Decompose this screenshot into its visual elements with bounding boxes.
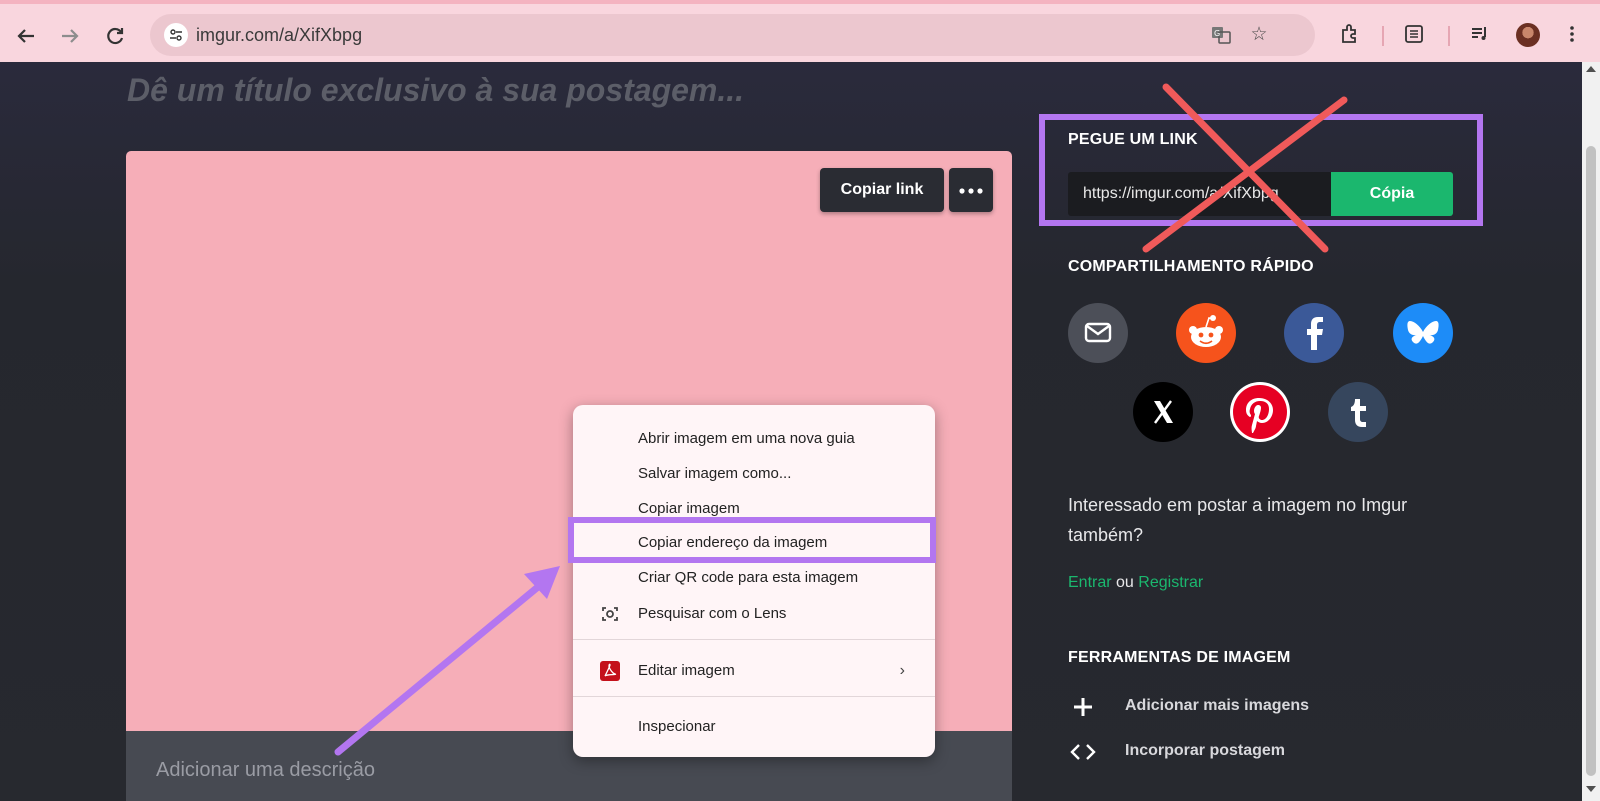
copy-url-button[interactable]: Cópia [1331,172,1453,216]
description-placeholder: Adicionar uma descrição [156,759,375,781]
context-menu: Abrir imagem em uma nova guia Salvar ima… [573,405,935,757]
image-tools-heading: FERRAMENTAS DE IMAGEM [1068,649,1291,666]
menu-edit-image[interactable]: Editar imagem › [573,656,935,686]
code-icon [1068,737,1098,767]
link-url-field[interactable]: https://imgur.com/a/XifXbpg [1068,172,1331,216]
page-scrollbar[interactable] [1582,62,1600,801]
toolbar-divider [1448,26,1450,46]
menu-save-image-as[interactable]: Salvar imagem como... [573,459,935,489]
get-link-heading: PEGUE UM LINK [1068,131,1198,148]
scroll-up-arrow-icon[interactable] [1586,66,1596,72]
more-dots-icon [959,188,983,194]
extensions-icon[interactable] [1336,22,1364,50]
acrobat-icon [600,661,620,681]
scrollbar-thumb[interactable] [1586,146,1596,776]
lens-icon [600,604,620,624]
url-text[interactable]: imgur.com/a/XifXbpg [196,25,362,46]
menu-search-with-lens[interactable]: Pesquisar com o Lens [573,599,935,629]
login-link[interactable]: Entrar [1068,574,1112,591]
tumblr-icon[interactable] [1328,382,1388,442]
chevron-right-icon: › [899,662,905,679]
menu-kebab-icon[interactable] [1558,22,1586,50]
menu-edit-image-label: Editar imagem [638,662,735,679]
browser-toolbar: imgur.com/a/XifXbpg G ☆ [0,0,1600,62]
reading-list-icon[interactable] [1400,22,1428,50]
copy-link-button[interactable]: Copiar link [820,168,944,212]
bluesky-icon[interactable] [1393,303,1453,363]
email-icon[interactable] [1068,303,1128,363]
address-bar[interactable]: imgur.com/a/XifXbpg G ☆ [150,14,1315,56]
add-more-images-label: Adicionar mais imagens [1125,697,1310,714]
plus-icon [1068,692,1098,722]
svg-text:G: G [1214,29,1220,38]
menu-search-with-lens-label: Pesquisar com o Lens [638,605,787,622]
embed-post-label: Incorporar postagem [1125,742,1286,759]
menu-divider [573,639,935,640]
or-text: ou [1116,574,1134,591]
imgur-page: Dê um título exclusivo à sua postagem...… [0,62,1582,801]
facebook-icon[interactable] [1284,303,1344,363]
scroll-down-arrow-icon[interactable] [1586,786,1596,792]
translate-icon[interactable]: G [1210,24,1232,46]
site-settings-icon[interactable] [164,23,188,47]
back-arrow-icon[interactable] [12,22,40,50]
register-link[interactable]: Registrar [1138,574,1203,591]
menu-divider [573,696,935,697]
reddit-icon[interactable] [1176,303,1236,363]
more-options-button[interactable] [949,168,993,212]
forward-arrow-icon[interactable] [56,22,84,50]
reload-icon[interactable] [101,22,129,50]
menu-create-qr-code[interactable]: Criar QR code para esta imagem [573,563,935,593]
profile-avatar[interactable] [1516,23,1540,47]
pinterest-icon[interactable] [1230,382,1290,442]
post-title-input[interactable]: Dê um título exclusivo à sua postagem... [127,72,744,109]
quick-share-heading: COMPARTILHAMENTO RÁPIDO [1068,258,1314,275]
bookmark-star-icon[interactable]: ☆ [1248,24,1270,46]
auth-links: Entrar ou Registrar [1068,574,1203,592]
menu-inspect[interactable]: Inspecionar [573,712,935,742]
annotation-highlight-box [568,517,936,563]
promo-text: Interessado em postar a imagem no Imgur … [1068,495,1408,545]
menu-open-image-new-tab[interactable]: Abrir imagem em uma nova guia [573,424,935,454]
toolbar-divider [1382,26,1384,46]
x-icon[interactable] [1133,382,1193,442]
media-control-icon[interactable] [1466,22,1494,50]
